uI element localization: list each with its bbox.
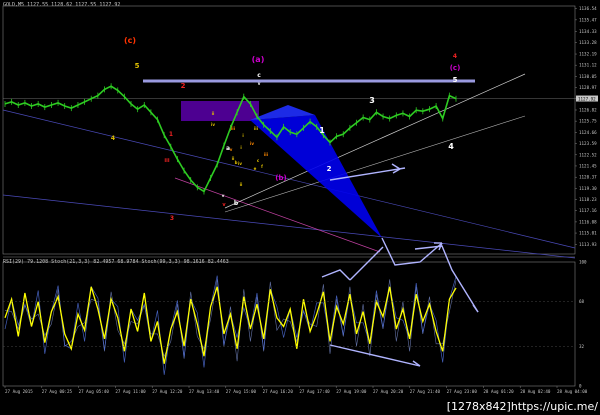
price-tick-label: 1116.08 xyxy=(579,219,597,224)
wave-label: 4 xyxy=(448,142,454,151)
wave-label: b xyxy=(235,160,238,165)
price-tick-label: 1122.52 xyxy=(579,152,597,157)
price-tick-label: 1134.33 xyxy=(579,29,597,34)
current-price-label: 1127.92 xyxy=(578,96,596,101)
wave-label: f xyxy=(261,164,263,169)
price-tick-label: 1133.28 xyxy=(579,40,597,45)
price-tick-label: 1121.45 xyxy=(579,163,597,168)
time-tick-label: 27 Aug 11:00 xyxy=(115,389,146,394)
time-tick-label: 28 Aug 02:40 xyxy=(520,389,551,394)
oscillator-tick-label: 100 xyxy=(579,260,587,265)
price-tick-label: 1130.05 xyxy=(579,74,597,79)
wave-label: iii xyxy=(264,152,269,157)
time-tick-label: 28 Aug 04:00 xyxy=(557,389,588,394)
oscillator-panel-frame xyxy=(2,261,576,387)
wave-label: iv xyxy=(250,141,254,146)
time-tick-label: 27 Aug 16:20 xyxy=(263,389,294,394)
wave-label: c xyxy=(257,158,260,163)
wave-label: 1 xyxy=(169,131,173,138)
wave-label: i xyxy=(242,133,244,138)
wave-label: ii xyxy=(240,182,243,187)
price-tick-label: 1119.30 xyxy=(579,186,597,191)
blue-triangle-pattern xyxy=(250,115,382,238)
wave-label: i xyxy=(240,145,242,150)
time-tick-label: 27 Aug 15:00 xyxy=(226,389,257,394)
price-tick-label: 1128.97 xyxy=(579,85,597,90)
price-tick-label: 1125.75 xyxy=(579,119,597,124)
wave-label: 3 xyxy=(170,215,174,222)
price-tick-label: 1117.16 xyxy=(579,208,597,213)
time-tick-label: 27 Aug 13:40 xyxy=(189,389,220,394)
price-chart: 1136.54 1135.47 1134.33 1133.28 1132.19 1131.… xyxy=(2,5,598,394)
wave-label: 1 xyxy=(319,126,325,135)
wave-label: e xyxy=(254,166,257,171)
time-tick-label: 27 Aug 12:20 xyxy=(152,389,183,394)
wave-label: 5 xyxy=(453,76,458,84)
time-tick-label: 27 Aug 20:20 xyxy=(373,389,404,394)
osc-arrow-4 xyxy=(329,344,421,367)
price-tick-label: 1123.59 xyxy=(579,141,597,146)
wave-label: (a) xyxy=(252,55,265,64)
wave-label: iii xyxy=(164,158,169,164)
wave-label: b xyxy=(234,200,239,207)
wave-label: 2 xyxy=(181,82,186,90)
osc-arrow-1 xyxy=(321,269,351,281)
price-tick-label: 1126.82 xyxy=(579,107,597,112)
wave-label: v xyxy=(222,202,226,208)
wave-label: v xyxy=(230,147,233,152)
price-tick-label: 1120.37 xyxy=(579,175,597,180)
time-tick-label: 27 Aug 23:00 xyxy=(447,389,478,394)
rsi-line xyxy=(4,286,457,364)
projection-arrow-1-head-a xyxy=(391,163,401,170)
wave-label: (c) xyxy=(450,64,461,72)
time-tick-label: 27 Aug 00:25 xyxy=(42,389,73,394)
wave-label: iv xyxy=(211,122,215,127)
oscillator-tick-label: 68 xyxy=(579,299,585,304)
chart-window: { "header": { "symbol_info": "GOLD,M5 11… xyxy=(0,0,600,415)
time-tick-label: 27 Aug 17:40 xyxy=(299,389,330,394)
oscillator-tick-label: 0 xyxy=(579,384,582,389)
price-tick-label: 1132.19 xyxy=(579,52,597,57)
osc-arrow-3 xyxy=(414,245,479,313)
channel-upper-line xyxy=(224,73,526,209)
time-tick-label: 27 Aug 2015 xyxy=(5,389,33,394)
wave-label: (b) xyxy=(275,174,286,182)
wave-label: 4 xyxy=(453,53,457,60)
price-tick-label: 1118.23 xyxy=(579,197,597,202)
wave-label: 4 xyxy=(111,135,115,142)
price-tick-label: 1124.66 xyxy=(579,130,597,135)
wave-label: iii xyxy=(254,126,259,131)
price-tick-label: 1131.12 xyxy=(579,63,597,68)
price-tick-label: 1115.01 xyxy=(579,231,597,236)
wave-label: 3 xyxy=(369,96,375,105)
price-tick-label: 1113.93 xyxy=(579,242,597,247)
time-tick-label: 27 Aug 19:00 xyxy=(336,389,367,394)
osc-arrow-3-head xyxy=(472,304,479,313)
time-tick-label: 28 Aug 01:20 xyxy=(483,389,514,394)
time-tick-label: 27 Aug 05:40 xyxy=(79,389,110,394)
wave-label: iii xyxy=(231,126,236,131)
descending-trendline-lower xyxy=(2,194,576,259)
price-tick-label: 1135.47 xyxy=(579,17,597,22)
time-tick-label: 27 Aug 21:40 xyxy=(410,389,441,394)
wave-label: c xyxy=(257,72,261,79)
wave-label: (c) xyxy=(124,36,136,45)
wave-label: v xyxy=(222,193,225,198)
oscillator-tick-label: 32 xyxy=(579,344,585,349)
wave-label: iv xyxy=(238,161,242,166)
purple-zone-box xyxy=(181,101,259,121)
price-tick-label: 1136.54 xyxy=(579,6,597,11)
wave-label: 5 xyxy=(135,62,140,70)
wave-label: 2 xyxy=(327,165,332,173)
osc-arrow-2 xyxy=(349,246,384,281)
wave-label: v xyxy=(258,81,261,86)
